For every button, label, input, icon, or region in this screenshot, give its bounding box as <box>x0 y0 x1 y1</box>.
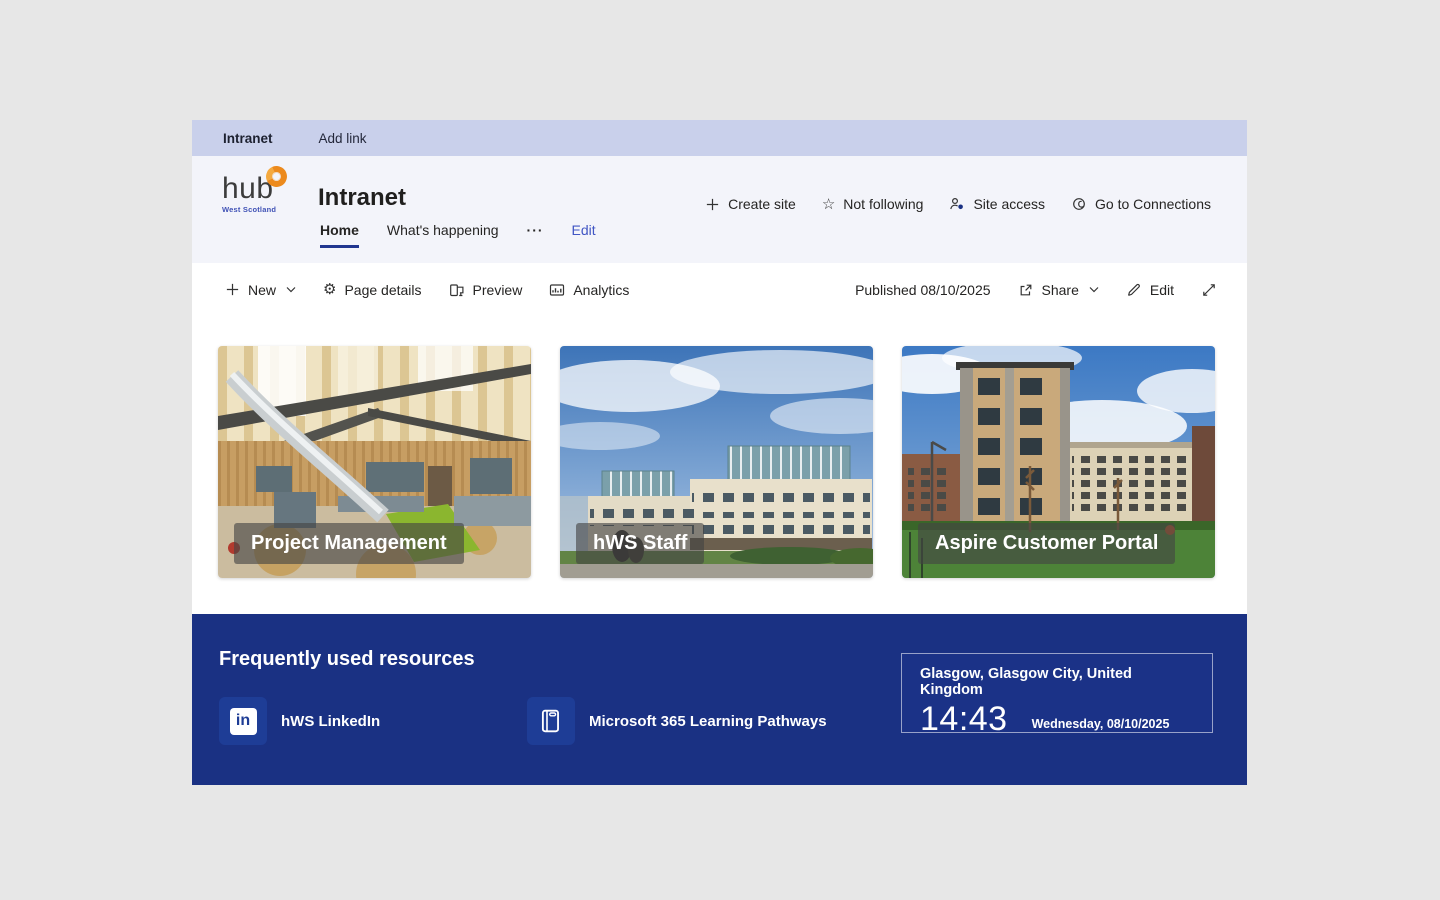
share-label: Share <box>1042 282 1079 298</box>
new-label: New <box>248 282 276 298</box>
share-button[interactable]: Share <box>1018 282 1099 298</box>
nav-tab-home[interactable]: Home <box>320 222 359 248</box>
new-button[interactable]: New <box>225 282 296 298</box>
card-project-management[interactable]: Project Management <box>218 346 531 578</box>
expand-page-button[interactable] <box>1201 282 1217 298</box>
resource-label: hWS LinkedIn <box>281 713 380 730</box>
edit-page-label: Edit <box>1150 282 1174 298</box>
site-header: hub West Scotland Intranet Home What's h… <box>192 156 1247 263</box>
topbar-item-add-link[interactable]: Add link <box>319 131 367 146</box>
create-site-label: Create site <box>728 196 796 212</box>
pencil-icon <box>1126 282 1142 298</box>
card-title-overlay: Aspire Customer Portal <box>918 523 1175 564</box>
clock-date: Wednesday, 08/10/2025 <box>1032 717 1170 731</box>
header-actions: Create site ☆ Not following Site access <box>705 196 1211 212</box>
clock-row: 14:43 Wednesday, 08/10/2025 <box>920 700 1194 739</box>
site-logo[interactable]: hub West Scotland <box>222 174 292 214</box>
command-bar-left: New ⚙ Page details Preview <box>225 282 629 298</box>
star-icon: ☆ <box>822 197 835 212</box>
preview-label: Preview <box>473 282 523 298</box>
card-aspire-customer-portal[interactable]: Aspire Customer Portal <box>902 346 1215 578</box>
browser-app-frame: Intranet Add link hub West Scotland Intr… <box>192 120 1247 785</box>
people-icon <box>949 196 965 212</box>
world-clock-widget: Glasgow, Glasgow City, United Kingdom 14… <box>901 653 1213 733</box>
resource-label: Microsoft 365 Learning Pathways <box>589 713 827 730</box>
suite-top-bar: Intranet Add link <box>192 120 1247 156</box>
analytics-icon <box>549 282 565 298</box>
book-icon <box>538 708 564 734</box>
connections-label: Go to Connections <box>1095 196 1211 212</box>
page-title: Intranet <box>318 184 406 212</box>
analytics-button[interactable]: Analytics <box>549 282 629 298</box>
learning-tile <box>527 697 575 745</box>
published-status: Published 08/10/2025 <box>855 282 990 298</box>
card-title-overlay: hWS Staff <box>576 523 704 564</box>
nav-more-button[interactable]: ··· <box>527 222 544 245</box>
resource-link-linkedin[interactable]: in hWS LinkedIn <box>219 697 380 745</box>
create-site-button[interactable]: Create site <box>705 196 796 212</box>
linkedin-icon: in <box>230 708 257 735</box>
preview-icon <box>449 282 465 298</box>
edit-page-button[interactable]: Edit <box>1126 282 1174 298</box>
linkedin-tile: in <box>219 697 267 745</box>
chevron-down-icon <box>286 286 296 293</box>
preview-button[interactable]: Preview <box>449 282 523 298</box>
clock-location: Glasgow, Glasgow City, United Kingdom <box>920 666 1194 698</box>
command-bar-right: Published 08/10/2025 Share Edit <box>855 282 1217 298</box>
expand-icon <box>1201 282 1217 298</box>
page-content: Project Management <box>192 316 1247 614</box>
plus-icon <box>705 197 720 212</box>
connections-button[interactable]: Go to Connections <box>1071 196 1211 212</box>
site-access-label: Site access <box>973 196 1045 212</box>
connections-icon <box>1071 196 1087 212</box>
linkedin-glyph: in <box>236 713 250 729</box>
topbar-item-intranet[interactable]: Intranet <box>223 131 273 146</box>
plus-icon <box>225 282 240 297</box>
logo-region-text: West Scotland <box>222 205 292 214</box>
page-details-button[interactable]: ⚙ Page details <box>323 282 422 298</box>
card-hws-staff[interactable]: hWS Staff <box>560 346 873 578</box>
resources-section: Frequently used resources in hWS LinkedI… <box>192 614 1247 785</box>
desktop-background: Intranet Add link hub West Scotland Intr… <box>0 0 1440 900</box>
nav-edit-button[interactable]: Edit <box>572 222 596 245</box>
analytics-label: Analytics <box>573 282 629 298</box>
hero-cards: Project Management <box>218 346 1247 578</box>
clock-time: 14:43 <box>920 700 1008 739</box>
share-icon <box>1018 282 1034 298</box>
command-bar: New ⚙ Page details Preview <box>192 263 1247 316</box>
site-access-button[interactable]: Site access <box>949 196 1045 212</box>
resource-link-learning-pathways[interactable]: Microsoft 365 Learning Pathways <box>527 697 827 745</box>
card-title-overlay: Project Management <box>234 523 464 564</box>
chevron-down-icon <box>1089 286 1099 293</box>
site-navigation: Home What's happening ··· Edit <box>320 222 596 248</box>
nav-tab-whats-happening[interactable]: What's happening <box>387 222 499 245</box>
gear-icon: ⚙ <box>323 282 336 297</box>
follow-button[interactable]: ☆ Not following <box>822 196 924 212</box>
page-details-label: Page details <box>344 282 421 298</box>
follow-label: Not following <box>843 196 923 212</box>
resources-heading: Frequently used resources <box>219 648 475 671</box>
